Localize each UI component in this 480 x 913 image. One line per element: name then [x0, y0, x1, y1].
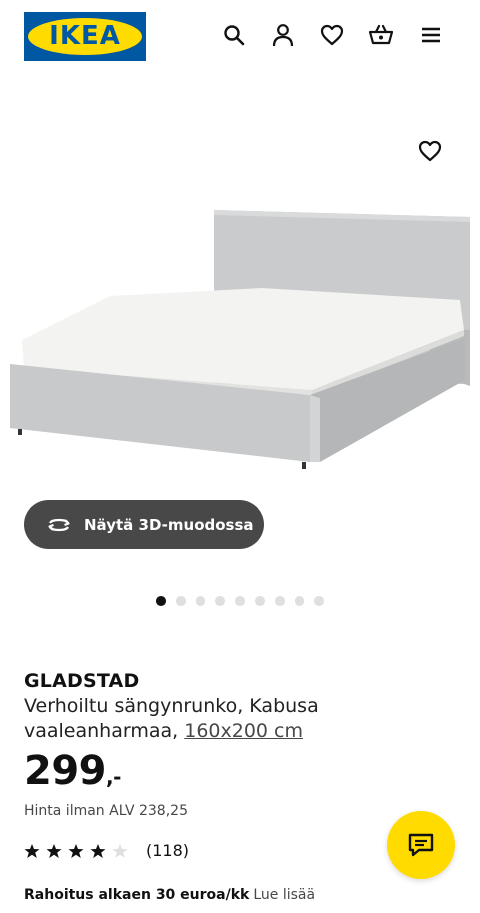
gallery-dot[interactable]: [294, 596, 305, 606]
basket-icon[interactable]: [366, 20, 396, 50]
view-3d-label: Näytä 3D-muodossa: [84, 515, 254, 534]
product-description: Verhoiltu sängynrunko, Kabusa vaaleanhar…: [24, 694, 444, 744]
star-empty-icon: [112, 843, 128, 858]
star-filled-icon: [90, 843, 106, 858]
price-without-vat: Hinta ilman ALV 238,25: [24, 803, 188, 819]
star-filled-icon: [68, 843, 84, 858]
financing-info: Rahoitus alkaen 30 euroa/kk Lue lisää: [24, 887, 315, 903]
product-price: 299,-: [24, 748, 121, 794]
gallery-dot[interactable]: [254, 596, 265, 606]
gallery-dot[interactable]: [195, 596, 206, 606]
price-suffix: ,-: [106, 765, 121, 789]
chat-button[interactable]: [387, 811, 455, 879]
gallery-pagination: [156, 596, 325, 606]
star-filled-icon: [24, 843, 40, 858]
gallery-dot[interactable]: [235, 596, 245, 606]
rotate-3d-icon: [48, 518, 70, 531]
gallery-dot[interactable]: [274, 596, 285, 606]
price-main: 299: [24, 748, 107, 794]
view-3d-button[interactable]: Näytä 3D-muodossa: [24, 500, 264, 549]
rating-count: (118): [146, 841, 190, 860]
gallery-dot[interactable]: [314, 596, 325, 606]
financing-read-more-link[interactable]: Lue lisää: [253, 887, 315, 903]
gallery-dot[interactable]: [215, 596, 226, 606]
product-name: GLADSTAD: [24, 670, 140, 692]
financing-text: Rahoitus alkaen 30 euroa/kk: [24, 887, 250, 903]
chat-icon: [408, 833, 434, 857]
gallery-dot[interactable]: [175, 596, 186, 606]
search-icon[interactable]: [219, 20, 249, 50]
product-image[interactable]: [0, 200, 480, 490]
menu-icon[interactable]: [416, 20, 446, 50]
add-to-favourites-icon[interactable]: [414, 135, 446, 167]
user-icon[interactable]: [268, 20, 298, 50]
size-link[interactable]: 160x200 cm: [184, 720, 303, 742]
site-header: IKEA: [0, 0, 480, 72]
heart-icon[interactable]: [317, 20, 347, 50]
ikea-logo[interactable]: IKEA: [24, 12, 146, 61]
logo-text: IKEA: [49, 21, 121, 51]
gallery-dot[interactable]: [156, 596, 166, 606]
product-rating[interactable]: (118): [24, 841, 189, 860]
star-filled-icon: [46, 843, 62, 858]
